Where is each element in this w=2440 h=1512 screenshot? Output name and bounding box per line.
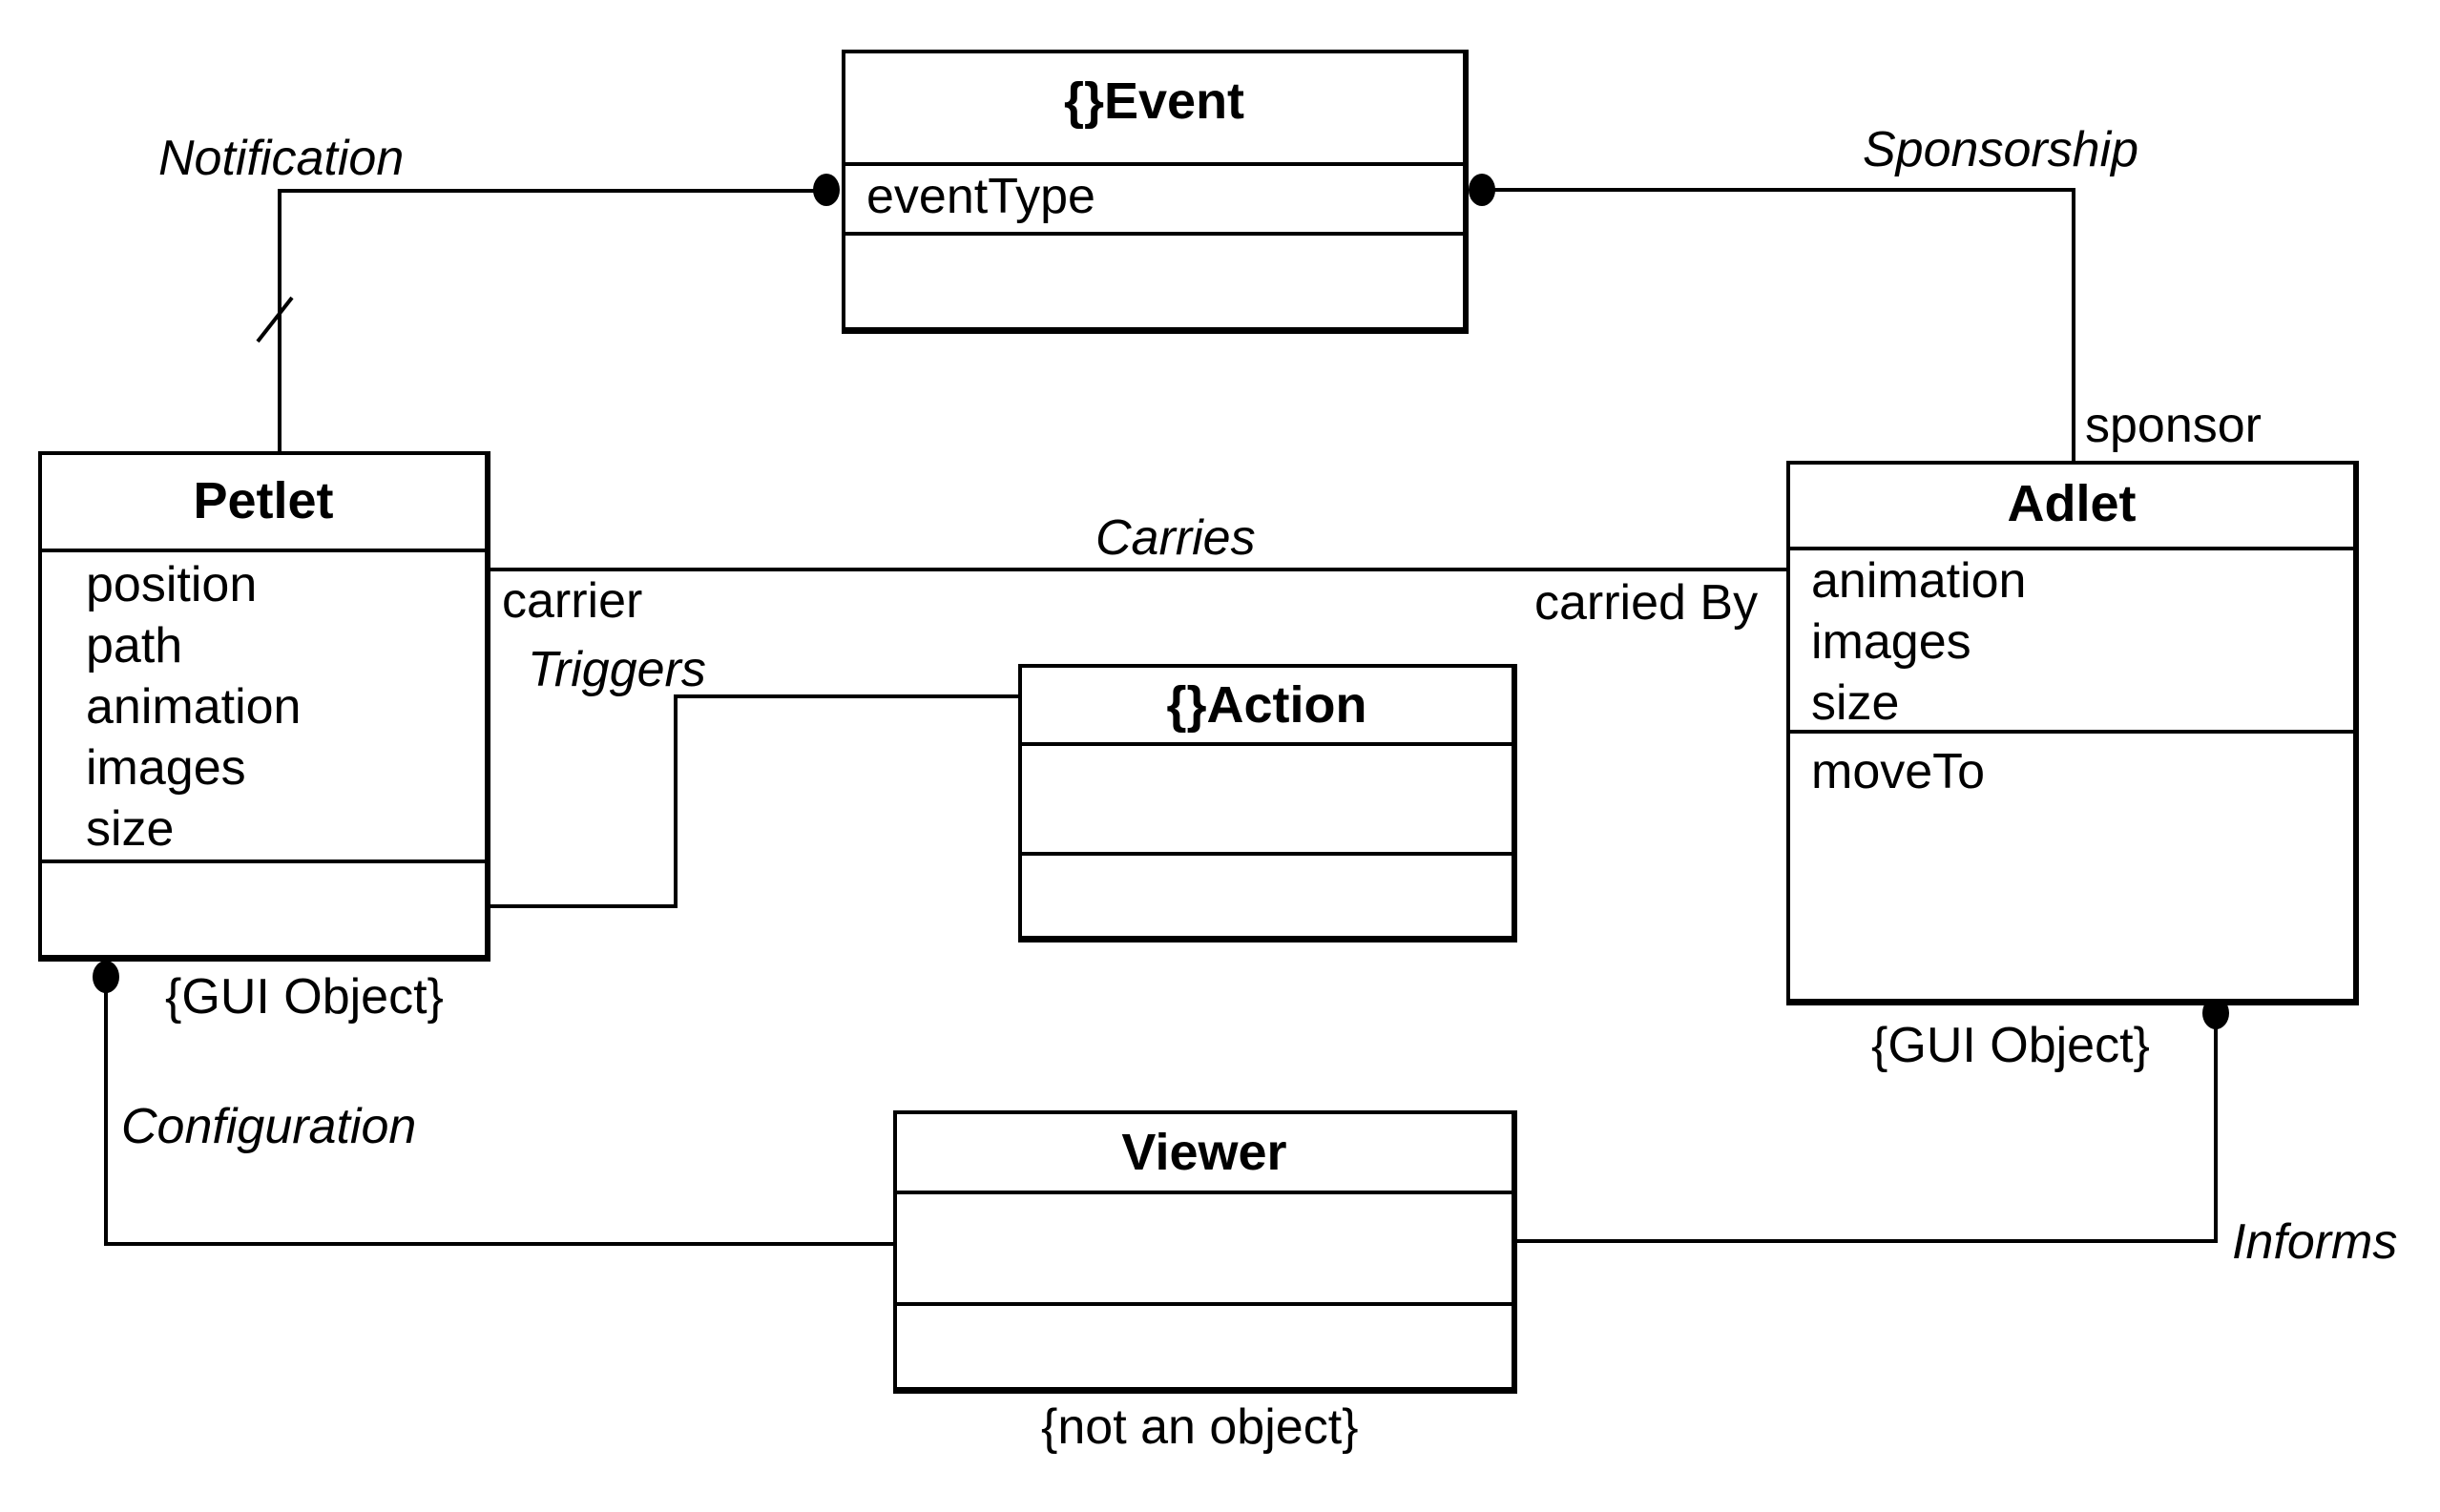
- sponsorship-line: [1482, 188, 2075, 461]
- association-label-configuration: Configuration: [121, 1099, 417, 1154]
- class-event[interactable]: {}Event eventType: [842, 50, 1469, 334]
- class-petlet-operations: [42, 860, 485, 955]
- class-adlet[interactable]: Adlet animation images size moveTo: [1786, 461, 2359, 1005]
- class-viewer-attributes: [897, 1191, 1512, 1302]
- event-left-dot-icon: [813, 174, 840, 206]
- association-label-carries: Carries: [1095, 510, 1256, 566]
- class-adlet-attributes: animation images size: [1790, 547, 2353, 731]
- class-viewer-name: Viewer: [1121, 1124, 1287, 1181]
- constraint-viewer: {not an object}: [1041, 1399, 1359, 1455]
- class-action[interactable]: {}Action: [1018, 664, 1517, 942]
- attribute: size: [86, 801, 175, 857]
- role-label-sponsor: sponsor: [2085, 398, 2262, 453]
- class-action-operations: [1022, 852, 1512, 936]
- class-action-name: {}Action: [1166, 676, 1367, 734]
- attribute: animation: [86, 679, 302, 735]
- class-petlet[interactable]: Petlet position path animation images si…: [38, 451, 490, 962]
- attribute: path: [86, 618, 183, 673]
- class-adlet-operations: moveTo: [1790, 730, 2353, 999]
- attribute: size: [1811, 675, 1900, 731]
- association-label-notification: Notification: [158, 131, 405, 186]
- class-event-attributes: eventType: [845, 162, 1463, 232]
- class-diagram: {}Event eventType Petlet position path a…: [0, 0, 2440, 1512]
- role-label-carrier: carrier: [502, 573, 643, 629]
- attribute: animation: [1811, 553, 2027, 609]
- class-action-attributes: [1022, 742, 1512, 852]
- triggers-line: [490, 694, 1019, 908]
- event-right-dot-icon: [1469, 174, 1495, 206]
- association-label-sponsorship: Sponsorship: [1863, 122, 2139, 177]
- association-label-triggers: Triggers: [528, 642, 706, 697]
- attribute: images: [1811, 614, 1971, 670]
- petlet-bottom-dot-icon: [93, 961, 119, 993]
- class-petlet-attributes: position path animation images size: [42, 549, 485, 860]
- association-label-informs: Informs: [2232, 1214, 2398, 1270]
- class-event-name: {}Event: [1063, 72, 1245, 130]
- notification-line: [278, 189, 826, 459]
- class-event-operations: [845, 232, 1463, 327]
- attribute: position: [86, 557, 258, 612]
- class-petlet-name: Petlet: [193, 472, 334, 529]
- notification-slash-mark: [256, 296, 294, 343]
- attribute: eventType: [866, 169, 1095, 224]
- class-viewer-operations: [897, 1302, 1512, 1387]
- attribute: images: [86, 740, 246, 796]
- constraint-adlet: {GUI Object}: [1871, 1018, 2150, 1073]
- operation: moveTo: [1811, 744, 1986, 799]
- class-viewer[interactable]: Viewer: [893, 1110, 1517, 1394]
- constraint-petlet: {GUI Object}: [165, 969, 444, 1025]
- role-label-carried-by: carried By: [1534, 575, 1759, 631]
- class-adlet-name: Adlet: [2007, 475, 2137, 532]
